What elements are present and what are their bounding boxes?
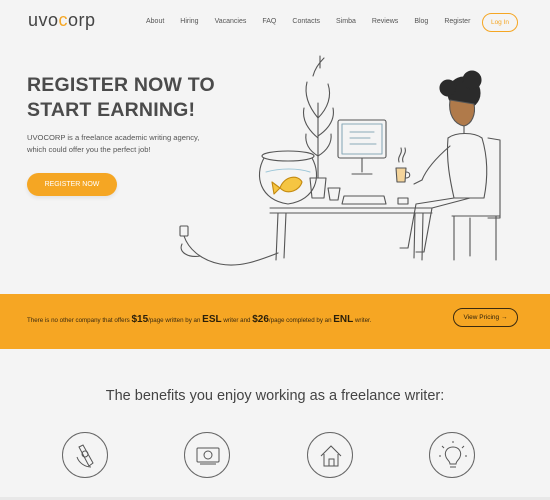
nav-item-simba[interactable]: Simba [336,18,356,25]
register-now-button[interactable]: REGISTER NOW [27,173,117,196]
benefits-heading: The benefits you enjoy working as a free… [105,388,445,404]
logo-text-accent: c [58,10,69,30]
esl-price: $15 [131,314,149,325]
nav-item-about[interactable]: About [146,18,164,25]
logo-text-right: orp [68,10,96,30]
money-icon [184,432,230,478]
site-logo[interactable]: uvocorp [28,10,96,31]
plug-illustration [179,225,279,266]
band-text-part1: There is no other company that offers [27,317,132,324]
hero-illustration [179,55,501,266]
band-text-part3: writer and [221,317,253,324]
pricing-banner-text: There is no other company that offers $1… [27,314,371,325]
lightbulb-icon [429,432,475,478]
mug-illustration [395,147,411,183]
house-icon [307,432,353,478]
main-nav: About Hiring Vacancies FAQ Contacts Simb… [146,18,486,25]
band-text-part4: /page completed by an [268,317,334,324]
pricing-banner: There is no other company that offers $1… [0,294,550,349]
login-button[interactable]: Log In [482,13,518,32]
enl-price: $26 [252,314,269,325]
logo-text-left: uvo [28,10,59,30]
plant-illustration [302,55,334,199]
nav-item-blog[interactable]: Blog [414,18,428,25]
view-pricing-button[interactable]: View Pricing → [453,308,518,327]
desk-illustration [269,207,433,261]
fishbowl-illustration [259,150,317,205]
goldfish-illustration [271,176,303,195]
nav-item-faq[interactable]: FAQ [262,18,276,25]
nav-item-contacts[interactable]: Contacts [292,18,320,25]
esl-label: ESL [202,314,222,325]
site-header: uvocorp About Hiring Vacancies FAQ Conta… [0,0,550,46]
nav-item-hiring[interactable]: Hiring [180,18,198,25]
nav-item-reviews[interactable]: Reviews [372,18,398,25]
enl-label: ENL [333,314,354,325]
monitor-illustration [327,119,409,205]
band-text-part5: writer. [353,317,372,324]
band-text-part2: /page written by an [148,317,203,324]
nav-item-register[interactable]: Register [444,18,470,25]
hand-icon [62,432,108,478]
nav-item-vacancies[interactable]: Vacancies [215,18,247,25]
